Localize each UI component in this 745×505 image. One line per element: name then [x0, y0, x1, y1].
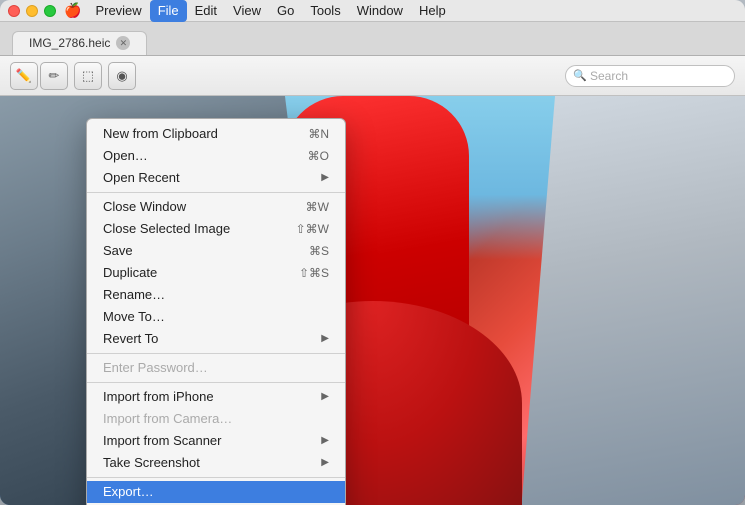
submenu-arrow: ▶: [321, 452, 329, 474]
tools-menu-item[interactable]: Tools: [302, 0, 348, 22]
menu-label: Close Selected Image: [103, 218, 230, 240]
preview-menu-item[interactable]: Preview: [87, 0, 149, 22]
menu-item-enter-password[interactable]: Enter Password…: [87, 357, 345, 379]
menu-label: New from Clipboard: [103, 123, 218, 145]
menubar: 🍎 Preview File Edit View Go Tools Window…: [0, 0, 745, 22]
window-controls: [8, 5, 56, 17]
menu-separator-1: [87, 192, 345, 193]
search-container: 🔍 Search: [565, 65, 735, 87]
menu-item-close-selected-image[interactable]: Close Selected Image ⇧⌘W: [87, 218, 345, 240]
menu-item-open-recent[interactable]: Open Recent ▶: [87, 167, 345, 189]
menu-item-take-screenshot[interactable]: Take Screenshot ▶: [87, 452, 345, 474]
menu-item-close-window[interactable]: Close Window ⌘W: [87, 196, 345, 218]
menu-shortcut: ⇧⌘W: [296, 218, 329, 240]
menu-item-save[interactable]: Save ⌘S: [87, 240, 345, 262]
menu-label: Import from Scanner: [103, 430, 222, 452]
annotate-button[interactable]: ✏: [40, 62, 68, 90]
menu-shortcut: ⌘N: [308, 123, 329, 145]
tab-close-button[interactable]: ✕: [116, 36, 130, 50]
file-menu-item[interactable]: File: [150, 0, 187, 22]
image-tab[interactable]: IMG_2786.heic ✕: [12, 31, 147, 55]
main-window: 🍎 Preview File Edit View Go Tools Window…: [0, 0, 745, 505]
minimize-button[interactable]: [26, 5, 38, 17]
menu-label: Duplicate: [103, 262, 157, 284]
menu-shortcut: ⌘W: [306, 196, 329, 218]
edit-menu-item[interactable]: Edit: [187, 0, 225, 22]
menu-item-open[interactable]: Open… ⌘O: [87, 145, 345, 167]
menu-label: Export…: [103, 481, 154, 503]
menu-label: Revert To: [103, 328, 158, 350]
menu-label: Import from iPhone: [103, 386, 214, 408]
submenu-arrow: ▶: [321, 328, 329, 350]
menu-item-duplicate[interactable]: Duplicate ⇧⌘S: [87, 262, 345, 284]
menu-item-export[interactable]: Export…: [87, 481, 345, 503]
crop-button[interactable]: ⬚: [74, 62, 102, 90]
menu-shortcut: ⇧⌘S: [299, 262, 329, 284]
menu-label: Save: [103, 240, 133, 262]
menu-item-revert-to[interactable]: Revert To ▶: [87, 328, 345, 350]
menu-item-rename[interactable]: Rename…: [87, 284, 345, 306]
pencil-button[interactable]: ✏️: [10, 62, 38, 90]
view-menu-item[interactable]: View: [225, 0, 269, 22]
menu-shortcut: ⌘O: [308, 145, 329, 167]
menu-item-new-clipboard[interactable]: New from Clipboard ⌘N: [87, 123, 345, 145]
menu-shortcut: ⌘S: [309, 240, 329, 262]
menu-separator-4: [87, 477, 345, 478]
submenu-arrow: ▶: [321, 167, 329, 189]
menu-item-move-to[interactable]: Move To…: [87, 306, 345, 328]
toolbar-left-group: ✏️ ✏: [10, 62, 68, 90]
menu-label: Close Window: [103, 196, 186, 218]
maximize-button[interactable]: [44, 5, 56, 17]
go-menu-item[interactable]: Go: [269, 0, 302, 22]
tab-filename: IMG_2786.heic: [29, 36, 110, 50]
menu-label: Import from Camera…: [103, 408, 232, 430]
menu-item-import-camera[interactable]: Import from Camera…: [87, 408, 345, 430]
menu-label: Enter Password…: [103, 357, 208, 379]
menu-label: Open…: [103, 145, 148, 167]
apple-menu-item[interactable]: 🍎: [64, 2, 81, 19]
building-right: [522, 96, 745, 505]
image-area: New from Clipboard ⌘N Open… ⌘O Open Rece…: [0, 96, 745, 505]
menu-separator-3: [87, 382, 345, 383]
submenu-arrow: ▶: [321, 430, 329, 452]
menu-label: Take Screenshot: [103, 452, 200, 474]
menu-item-import-iphone[interactable]: Import from iPhone ▶: [87, 386, 345, 408]
window-menu-item[interactable]: Window: [349, 0, 411, 22]
help-menu-item[interactable]: Help: [411, 0, 454, 22]
menu-item-import-scanner[interactable]: Import from Scanner ▶: [87, 430, 345, 452]
menu-label: Rename…: [103, 284, 165, 306]
close-button[interactable]: [8, 5, 20, 17]
file-dropdown-menu[interactable]: New from Clipboard ⌘N Open… ⌘O Open Rece…: [86, 118, 346, 505]
menu-label: Move To…: [103, 306, 165, 328]
menu-label: Open Recent: [103, 167, 180, 189]
toolbar: ✏️ ✏ ⬚ ◉ 🔍 Search: [0, 56, 745, 96]
adjust-button[interactable]: ◉: [108, 62, 136, 90]
submenu-arrow: ▶: [321, 386, 329, 408]
tab-bar: IMG_2786.heic ✕: [0, 22, 745, 56]
menu-separator-2: [87, 353, 345, 354]
search-input[interactable]: [566, 66, 734, 86]
